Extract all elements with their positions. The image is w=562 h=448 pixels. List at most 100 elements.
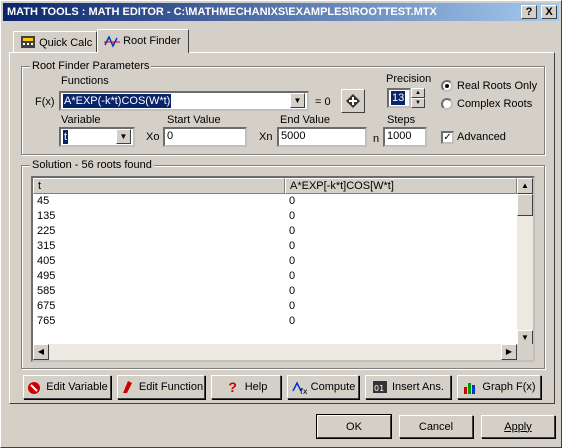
help-label: Help bbox=[244, 381, 268, 393]
insert-answer-icon: 01 bbox=[372, 379, 388, 395]
column-header-t[interactable]: t bbox=[33, 178, 285, 194]
edit-function-button[interactable]: Edit Function bbox=[117, 375, 205, 399]
scroll-up-icon[interactable]: ▲ bbox=[517, 178, 533, 194]
ok-button[interactable]: OK bbox=[317, 415, 391, 438]
edit-variable-label: Edit Variable bbox=[46, 381, 108, 393]
compute-button[interactable]: fx Compute bbox=[287, 375, 359, 399]
scroll-left-icon[interactable]: ◀ bbox=[33, 344, 49, 360]
start-value: 0 bbox=[167, 130, 174, 142]
n-label: n bbox=[373, 133, 380, 145]
function-combobox[interactable]: A*EXP(-k*t)COS(W*t) ▼ bbox=[59, 91, 309, 111]
close-title-button[interactable]: X bbox=[541, 5, 557, 19]
dropdown-arrow-icon[interactable]: ▼ bbox=[116, 129, 131, 144]
edit-variable-icon bbox=[26, 379, 42, 395]
cancel-button[interactable]: Cancel bbox=[399, 415, 473, 438]
start-value-input[interactable]: 0 bbox=[163, 127, 247, 147]
table-row[interactable]: 315 0 bbox=[33, 239, 517, 254]
insert-answer-button[interactable]: 01 Insert Ans. bbox=[365, 375, 451, 399]
cell-value: 0 bbox=[289, 300, 296, 312]
title-bar: MATH TOOLS : MATH EDITOR - C:\MATHMECHAN… bbox=[3, 3, 559, 21]
insert-function-button[interactable] bbox=[341, 89, 365, 113]
calculator-icon bbox=[20, 35, 36, 51]
fx-label: F(x) bbox=[35, 96, 55, 108]
dropdown-arrow-icon[interactable]: ▼ bbox=[290, 93, 305, 108]
complex-roots-label: Complex Roots bbox=[457, 98, 533, 110]
scroll-corner bbox=[517, 344, 533, 360]
insert-answer-label: Insert Ans. bbox=[392, 381, 444, 393]
x0-label: Xo bbox=[146, 131, 160, 143]
precision-down-icon[interactable]: ▼ bbox=[411, 98, 425, 108]
cell-t: 135 bbox=[37, 210, 56, 222]
advanced-checkbox[interactable]: ✓ bbox=[441, 131, 454, 144]
cell-value: 0 bbox=[289, 210, 296, 222]
table-row[interactable]: 45 0 bbox=[33, 194, 517, 209]
edit-variable-button[interactable]: Edit Variable bbox=[23, 375, 111, 399]
main-window: MATH TOOLS : MATH EDITOR - C:\MATHMECHAN… bbox=[0, 0, 562, 448]
solution-grid[interactable]: t A*EXP[-k*t]COS[W*t] 45 0 135 0 225 0 315 0 405… bbox=[31, 176, 535, 362]
apply-button[interactable]: Apply bbox=[481, 415, 555, 438]
cell-value: 0 bbox=[289, 270, 296, 282]
precision-up-icon[interactable]: ▲ bbox=[411, 88, 425, 98]
cell-t: 675 bbox=[37, 300, 56, 312]
column-header-function[interactable]: A*EXP[-k*t]COS[W*t] bbox=[285, 178, 517, 194]
xn-label: Xn bbox=[259, 131, 273, 143]
end-value-input[interactable]: 5000 bbox=[277, 127, 367, 147]
variable-value: t bbox=[63, 130, 69, 144]
steps-input[interactable]: 1000 bbox=[383, 127, 427, 147]
cancel-label: Cancel bbox=[418, 420, 454, 433]
real-roots-label: Real Roots Only bbox=[457, 80, 538, 92]
table-row[interactable]: 585 0 bbox=[33, 284, 517, 299]
tab-label: Quick Calc bbox=[39, 36, 93, 49]
cell-t: 495 bbox=[37, 270, 56, 282]
question-mark-icon: ? bbox=[228, 379, 237, 395]
window-title: MATH TOOLS : MATH EDITOR - C:\MATHMECHAN… bbox=[7, 6, 437, 18]
function-value: A*EXP(-k*t)COS(W*t) bbox=[63, 94, 172, 108]
table-row[interactable]: 225 0 bbox=[33, 224, 517, 239]
complex-roots-radio[interactable] bbox=[441, 98, 453, 110]
graph-button[interactable]: Graph F(x) bbox=[457, 375, 541, 399]
compute-icon: fx bbox=[291, 379, 307, 396]
cell-t: 585 bbox=[37, 285, 56, 297]
cell-t: 315 bbox=[37, 240, 56, 252]
table-row[interactable]: 405 0 bbox=[33, 254, 517, 269]
cell-value: 0 bbox=[289, 285, 296, 297]
precision-label: Precision bbox=[386, 73, 432, 85]
vertical-scrollbar[interactable]: ▲ ▼ bbox=[517, 178, 533, 346]
cell-value: 0 bbox=[289, 240, 296, 252]
cell-t: 765 bbox=[37, 315, 56, 327]
svg-text:fx: fx bbox=[300, 387, 307, 395]
variable-label: Variable bbox=[61, 114, 101, 126]
steps-label: Steps bbox=[387, 114, 416, 126]
end-value: 5000 bbox=[281, 130, 306, 142]
table-row[interactable]: 765 0 bbox=[33, 314, 517, 329]
precision-value: 13 bbox=[391, 91, 406, 105]
svg-text:01: 01 bbox=[374, 384, 384, 393]
cell-value: 0 bbox=[289, 315, 296, 327]
scroll-right-icon[interactable]: ▶ bbox=[501, 344, 517, 360]
table-row[interactable]: 675 0 bbox=[33, 299, 517, 314]
table-row[interactable]: 495 0 bbox=[33, 269, 517, 284]
steps-value: 1000 bbox=[387, 130, 412, 142]
cell-t: 225 bbox=[37, 225, 56, 237]
solution-title: Solution - 56 roots found bbox=[30, 159, 154, 171]
help-button[interactable]: ? Help bbox=[211, 375, 281, 399]
variable-combobox[interactable]: t ▼ bbox=[59, 127, 135, 147]
real-roots-radio[interactable] bbox=[441, 80, 453, 92]
table-row[interactable]: 135 0 bbox=[33, 209, 517, 224]
cell-t: 45 bbox=[37, 195, 50, 207]
graph-label: Graph F(x) bbox=[482, 381, 536, 393]
apply-label: Apply bbox=[504, 420, 532, 433]
precision-input[interactable]: 13 bbox=[387, 88, 411, 108]
advanced-label: Advanced bbox=[457, 131, 506, 143]
bar-graph-icon bbox=[462, 379, 478, 395]
scroll-thumb[interactable] bbox=[517, 194, 533, 216]
root-finder-icon bbox=[104, 33, 120, 49]
compute-label: Compute bbox=[310, 381, 356, 393]
edit-function-label: Edit Function bbox=[138, 381, 204, 393]
tab-quick-calc[interactable]: Quick Calc bbox=[13, 31, 97, 53]
functions-label: Functions bbox=[61, 75, 109, 87]
tab-root-finder[interactable]: Root Finder bbox=[97, 29, 189, 53]
ok-label: OK bbox=[346, 420, 362, 433]
horizontal-scrollbar[interactable]: ◀ ▶ bbox=[33, 344, 517, 360]
help-title-button[interactable]: ? bbox=[521, 5, 537, 19]
